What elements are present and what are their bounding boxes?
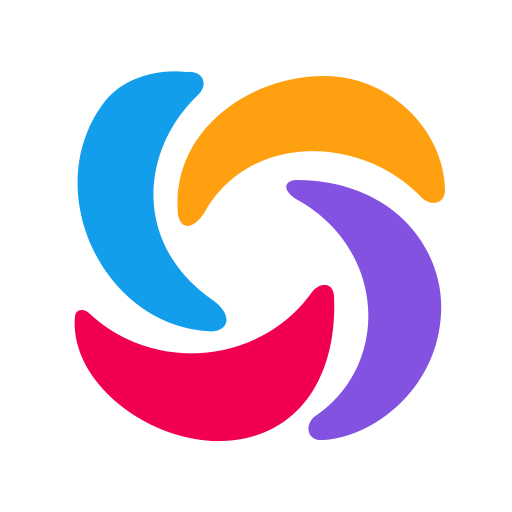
app-icon [0, 0, 512, 512]
pinwheel-logo [74, 71, 445, 442]
